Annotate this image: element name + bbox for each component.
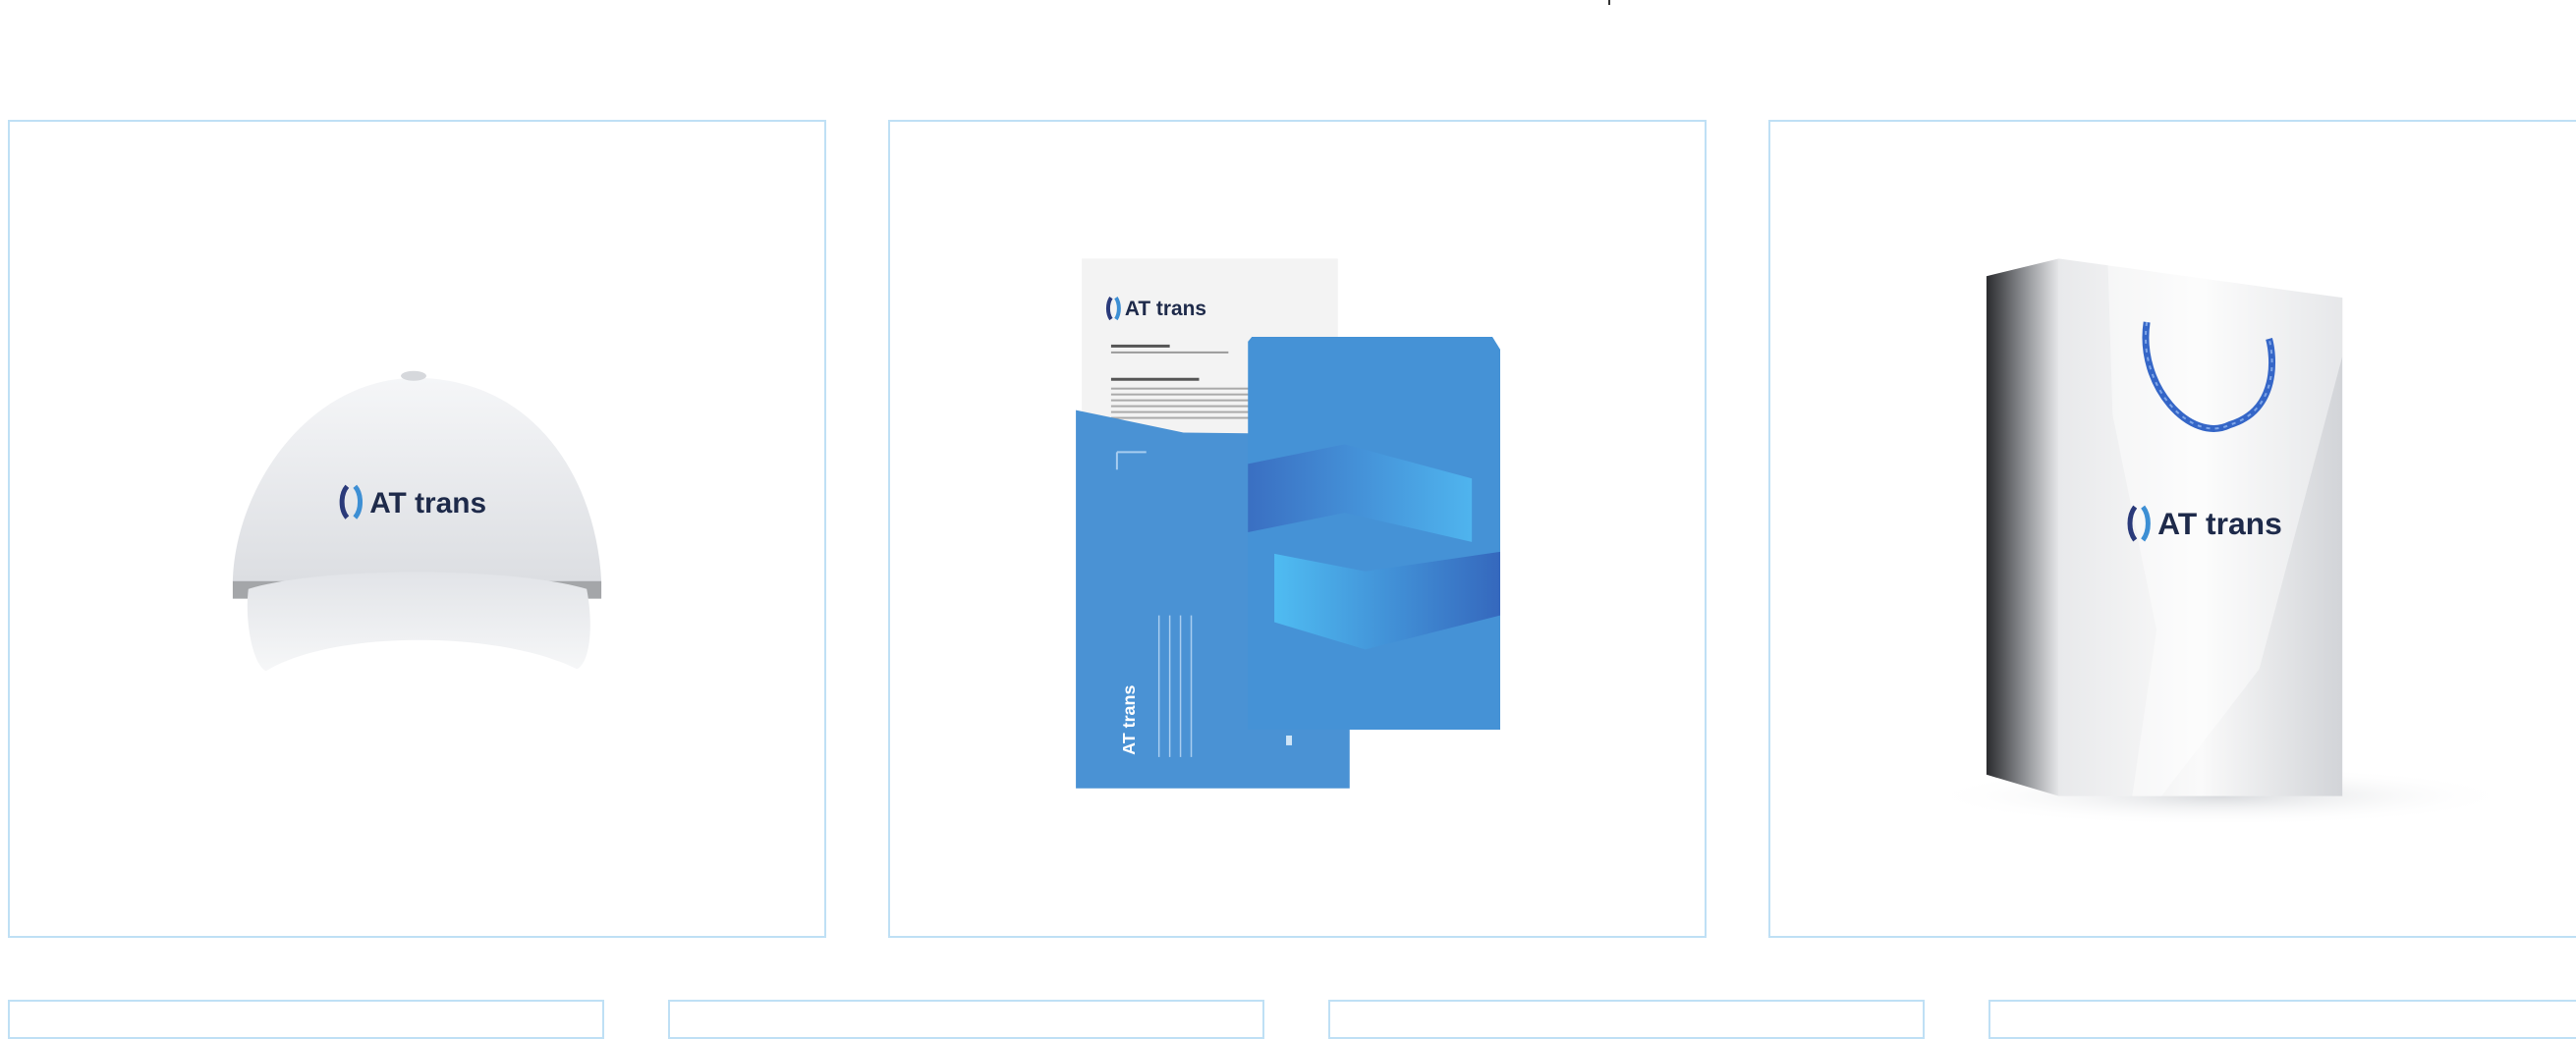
envelope-vertical-logo: AT trans: [1119, 685, 1139, 755]
gallery-item-stationery[interactable]: AT trans AT trans: [888, 120, 1707, 938]
gallery-item-row2-2[interactable]: [668, 1000, 1264, 1039]
gallery-item-row2-4[interactable]: [1988, 1000, 2576, 1039]
bag-mockup-image: AT trans: [1927, 258, 2514, 826]
cap-logo-text: AT trans: [369, 487, 486, 520]
top-divider-mark: [1608, 0, 1610, 5]
gallery-item-row2-1[interactable]: [8, 1000, 604, 1039]
gallery-item-cap[interactable]: AT trans: [8, 120, 826, 938]
bag-logo-text: AT trans: [2157, 506, 2282, 541]
cap-mockup-image: AT trans: [232, 370, 602, 672]
envelope-logo-text: AT trans: [1119, 685, 1139, 755]
gallery-item-bag[interactable]: AT trans: [1768, 120, 2576, 938]
letterhead-logo-text: AT trans: [1125, 298, 1206, 320]
envelope-mockup-image: AT trans AT trans: [1076, 258, 1501, 789]
gallery-item-row2-3[interactable]: [1328, 1000, 1925, 1039]
